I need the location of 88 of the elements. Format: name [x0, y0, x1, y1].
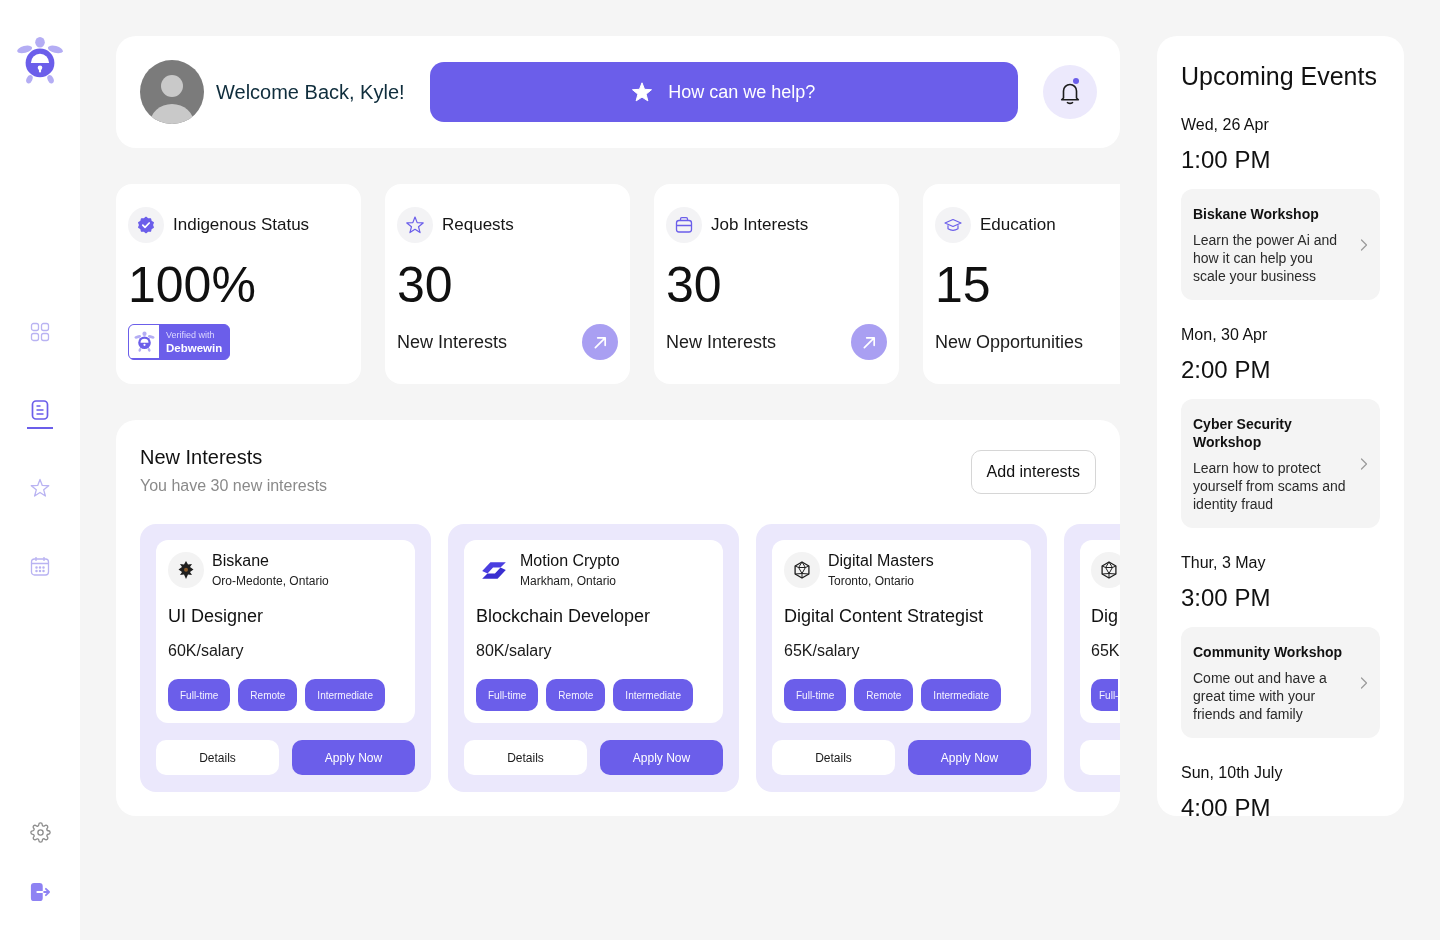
- job-tag: Full-time: [476, 679, 539, 711]
- welcome-text: Welcome Back, Kyle!: [216, 80, 405, 104]
- open-button[interactable]: [851, 324, 887, 360]
- job-tag: Remote: [238, 679, 298, 711]
- stat-value: 30: [666, 260, 723, 310]
- job-salary: 80K/salary: [476, 641, 553, 661]
- job-title: Digital Content Strategist: [784, 605, 985, 627]
- details-button[interactable]: Details: [464, 740, 587, 775]
- job-tag: Intermediate: [613, 679, 693, 711]
- job-title: Blockchain Developer: [476, 605, 652, 627]
- section-title: New Interests: [140, 445, 264, 469]
- star-icon: [632, 82, 653, 102]
- arrow-icon: [592, 334, 608, 350]
- event-description: Learn the power Ai and how it can help you scale your business: [1193, 231, 1338, 285]
- grid-icon: [30, 322, 50, 342]
- graduation-cap-icon: [935, 207, 971, 243]
- event-date: Thur, 3 May: [1181, 553, 1267, 573]
- stat-title: Job Interests: [711, 215, 809, 235]
- settings-icon: [29, 821, 51, 843]
- apply-button[interactable]: Apply Now: [292, 740, 415, 775]
- job-title: UI Designer: [168, 605, 265, 627]
- badge-name: Debwewin: [166, 340, 223, 355]
- section-subtitle: You have 30 new interests: [140, 476, 328, 496]
- add-interests-button[interactable]: Add interests: [970, 450, 1096, 494]
- turtle-logo-icon: [16, 36, 64, 84]
- event-time: 3:00 PM: [1181, 583, 1272, 613]
- job-tag: Intermediate: [305, 679, 385, 711]
- company-name: Biskane: [212, 551, 270, 570]
- job-tag: Full-: [1091, 679, 1119, 711]
- arrows-icon: [481, 560, 507, 580]
- event-description: Come out and have a great time with your friends and family: [1193, 669, 1328, 723]
- job-salary: 60K/salary: [168, 641, 245, 661]
- details-button[interactable]: Details: [156, 740, 279, 775]
- chevron-right-icon: [1360, 677, 1368, 689]
- company-location: Markham, Ontario: [520, 572, 618, 589]
- stat-title: Indigenous Status: [173, 215, 310, 235]
- briefcase-icon: [666, 207, 702, 243]
- star-icon: [30, 478, 50, 498]
- job-tag: Intermediate: [921, 679, 1001, 711]
- stat-caption: New Interests: [666, 331, 777, 353]
- job-tag: Full-time: [784, 679, 847, 711]
- stat-value: 100%: [128, 260, 257, 310]
- open-button[interactable]: [582, 324, 618, 360]
- details-button[interactable]: Details: [772, 740, 895, 775]
- verified-badge-icon: [128, 207, 164, 243]
- event-time: 2:00 PM: [1181, 355, 1272, 385]
- calendar-icon: [30, 556, 50, 576]
- company-location: Oro-Medonte, Ontario: [212, 572, 329, 589]
- event-time: 1:00 PM: [1181, 145, 1272, 175]
- stat-caption: New Interests: [397, 331, 508, 353]
- job-tag: Remote: [546, 679, 606, 711]
- badge-caption: Verified with: [166, 329, 216, 341]
- apply-button[interactable]: Apply Now: [600, 740, 723, 775]
- event-date: Wed, 26 Apr: [1181, 115, 1270, 135]
- company-name: Digital Masters: [828, 551, 934, 570]
- event-card[interactable]: Community Workshop Come out and have a great time with your friends and family: [1181, 627, 1380, 738]
- emblem-icon: [168, 552, 204, 588]
- event-title: Community Workshop: [1193, 643, 1344, 661]
- apply-button[interactable]: Apply Now: [908, 740, 1031, 775]
- stat-title: Education: [980, 215, 1056, 235]
- job-salary: 65K: [1091, 641, 1120, 661]
- company-location: Toronto, Ontario: [828, 572, 916, 589]
- event-date: Mon, 30 Apr: [1181, 325, 1269, 345]
- event-card[interactable]: Biskane Workshop Learn the power Ai and how it can help you scale your business: [1181, 189, 1380, 300]
- polyhedron-icon: [784, 552, 820, 588]
- events-title: Upcoming Events: [1181, 62, 1378, 90]
- job-tag: Full-time: [168, 679, 231, 711]
- job-salary: 65K/salary: [784, 641, 861, 661]
- event-title: Cyber Security Workshop: [1193, 415, 1293, 451]
- logout-icon: [29, 882, 51, 902]
- arrow-icon: [861, 334, 877, 350]
- notification-button[interactable]: [1043, 65, 1097, 119]
- stat-value: 15: [935, 260, 992, 310]
- company-name: Motion Crypto: [520, 551, 620, 570]
- job-tag: Remote: [854, 679, 914, 711]
- event-date: Sun, 10th July: [1181, 763, 1284, 783]
- chevron-right-icon: [1360, 239, 1368, 251]
- help-button[interactable]: How can we help?: [429, 62, 1018, 122]
- stat-value: 30: [397, 260, 454, 310]
- event-description: Learn how to protect yourself from scams and identity fraud: [1193, 459, 1347, 513]
- event-card[interactable]: Cyber Security Workshop Learn how to protect yourself from scams and identity fraud: [1181, 399, 1380, 528]
- job-title: Dig: [1091, 605, 1119, 627]
- event-time: 4:00 PM: [1181, 793, 1272, 823]
- stat-title: Requests: [442, 215, 514, 235]
- stat-caption: New Opportunities: [935, 331, 1084, 353]
- document-icon: [30, 400, 50, 420]
- event-title: Biskane Workshop: [1193, 205, 1320, 223]
- chevron-right-icon: [1360, 458, 1368, 470]
